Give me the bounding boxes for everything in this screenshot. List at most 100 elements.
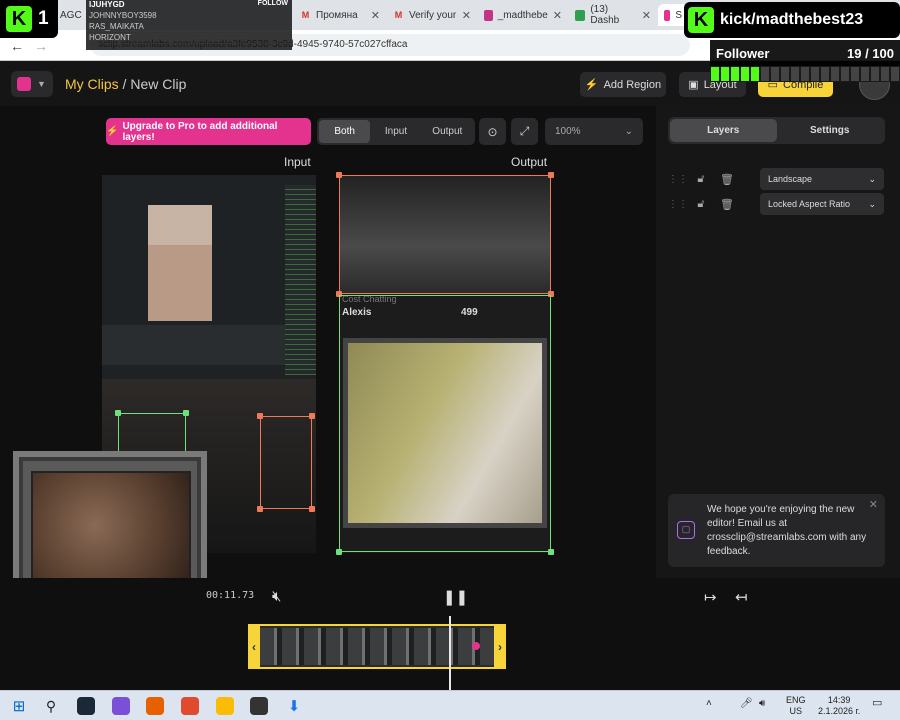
chat-list-overlay: IJUHYGD FOLLOW JOHNNYBOY3598 RAS_MAIKATA… (86, 0, 292, 50)
breadcrumb: My Clips / New Clip (65, 76, 186, 92)
trim-end-icon[interactable]: ↤ (735, 588, 748, 606)
tab-layers[interactable]: Layers (670, 119, 777, 142)
output-region-top[interactable] (339, 175, 551, 294)
panel-tabs: Layers Settings (668, 117, 885, 144)
dashboard-icon (575, 9, 586, 21)
firefox-icon[interactable] (146, 697, 164, 715)
trash-icon[interactable]: 🗑︎ (714, 198, 740, 211)
tab-settings[interactable]: Settings (777, 119, 884, 142)
follower-label: Follower (716, 45, 770, 61)
microphone-icon[interactable]: 🎤︎ (740, 698, 753, 709)
overlay-row-name: IJUHYGD (89, 0, 125, 9)
add-region-button[interactable]: ⚡ Add Region (580, 72, 666, 97)
forward-arrow-icon[interactable]: → (34, 38, 48, 54)
browser-tab[interactable]: _madthebe ✕ (478, 4, 568, 26)
kick-logo-icon: K (6, 6, 32, 32)
layer-type-value: Locked Aspect Ratio (768, 199, 851, 209)
resize-handle[interactable] (336, 549, 342, 555)
obs-icon[interactable] (250, 697, 268, 715)
zoom-select[interactable]: 100% ⌄ (545, 118, 643, 145)
resize-handle[interactable] (183, 410, 189, 416)
chevron-up-icon[interactable]: ˄ (706, 698, 712, 709)
search-icon[interactable]: ⚲ (42, 697, 60, 715)
clock[interactable]: 14:39 2.1.2026 г. (818, 695, 860, 717)
streamlabs-icon (664, 9, 671, 21)
view-mode-output[interactable]: Output (422, 120, 473, 143)
language-indicator[interactable]: ENG US (786, 695, 806, 717)
resize-handle[interactable] (336, 172, 342, 178)
resize-handle[interactable] (548, 549, 554, 555)
trash-icon[interactable]: 🗑︎ (714, 173, 740, 186)
input-region-game[interactable] (260, 416, 312, 509)
steam-icon[interactable] (77, 697, 95, 715)
chrome-icon[interactable] (216, 697, 234, 715)
breadcrumb-separator: / (118, 76, 131, 92)
browser-tab[interactable]: M Промяна ✕ (294, 4, 386, 26)
close-tab-icon[interactable]: ✕ (553, 9, 562, 22)
speaker-icon[interactable]: 🔊︎ (759, 698, 765, 709)
progress-segment (731, 67, 739, 81)
trim-start-icon[interactable]: ↦ (704, 588, 717, 606)
app-menu-button[interactable]: ▼ (11, 71, 53, 97)
layer-type-select[interactable]: Landscape ⌄ (760, 168, 884, 190)
zoom-value: 100% (555, 126, 581, 137)
kick-channel-name: kick/madthebest23 (720, 11, 864, 28)
timeline-marker[interactable] (472, 642, 480, 650)
browser-tab[interactable]: AGC (54, 4, 88, 26)
overlay-row: JOHNNYBOY3598 (86, 11, 292, 22)
breadcrumb-my-clips[interactable]: My Clips (65, 76, 119, 92)
browser-tab[interactable]: M Verify your ✕ (387, 4, 477, 26)
close-icon[interactable]: ✕ (869, 498, 878, 511)
progress-segment (811, 67, 819, 81)
close-tab-icon[interactable]: ✕ (462, 9, 471, 22)
playhead[interactable] (449, 616, 451, 692)
resize-handle[interactable] (257, 506, 263, 512)
resize-handle[interactable] (309, 413, 315, 419)
view-mode-both[interactable]: Both (319, 120, 371, 143)
pause-icon[interactable]: ❚❚ (443, 588, 468, 606)
timeline-track[interactable]: ‹ › (248, 624, 506, 669)
layer-row: ⋮⋮ 🔓︎ 🗑︎ Locked Aspect Ratio ⌄ (668, 193, 885, 215)
output-region-bottom[interactable] (339, 295, 551, 552)
fullscreen-button[interactable]: ⤢ (511, 118, 538, 145)
back-arrow-icon[interactable]: ← (10, 38, 24, 54)
feedback-toast: ▢ We hope you're enjoying the new editor… (668, 494, 885, 567)
gmail-icon: M (394, 9, 403, 20)
progress-segment (751, 67, 759, 81)
language-bottom: US (789, 706, 803, 716)
notification-icon[interactable]: ▭ (872, 698, 882, 709)
resize-handle[interactable] (115, 410, 121, 416)
gmail-icon: M (301, 9, 310, 20)
progress-segment (761, 67, 769, 81)
lock-icon[interactable]: 🔓︎ (688, 198, 714, 211)
overlay-follow: FOLLOW (257, 0, 288, 7)
upgrade-pro-button[interactable]: ⚡ Upgrade to Pro to add additional layer… (106, 118, 311, 145)
trim-left-handle[interactable]: ‹ (248, 624, 260, 669)
discord-icon[interactable] (112, 697, 130, 715)
resize-handle[interactable] (548, 172, 554, 178)
drag-handle-icon[interactable]: ⋮⋮ (668, 174, 688, 185)
lock-icon[interactable]: 🔓︎ (688, 173, 714, 186)
progress-segment (871, 67, 879, 81)
progress-segment (831, 67, 839, 81)
progress-segment (821, 67, 829, 81)
resize-handle[interactable] (309, 506, 315, 512)
view-mode-input[interactable]: Input (370, 120, 421, 143)
progress-segment (741, 67, 749, 81)
resize-handle[interactable] (257, 413, 263, 419)
app-icon[interactable] (181, 697, 199, 715)
download-icon[interactable]: ⬇ (285, 697, 303, 715)
trim-right-handle[interactable]: › (494, 624, 506, 669)
close-tab-icon[interactable]: ✕ (371, 9, 380, 22)
mute-icon[interactable]: 🔇︎ (272, 588, 281, 605)
windows-start-icon[interactable]: ⊞ (10, 697, 28, 715)
focus-button[interactable]: ⊙ (479, 118, 506, 145)
language-top: ENG (786, 695, 806, 705)
drag-handle-icon[interactable]: ⋮⋮ (668, 199, 688, 210)
browser-tab[interactable]: (13) Dashb ✕ (569, 4, 657, 26)
close-tab-icon[interactable]: ✕ (642, 9, 651, 22)
output-label: Output (511, 155, 548, 169)
upgrade-label: Upgrade to Pro to add additional layers! (122, 120, 278, 143)
layer-type-select[interactable]: Locked Aspect Ratio ⌄ (760, 193, 884, 215)
chevron-down-icon: ⌄ (868, 173, 876, 184)
